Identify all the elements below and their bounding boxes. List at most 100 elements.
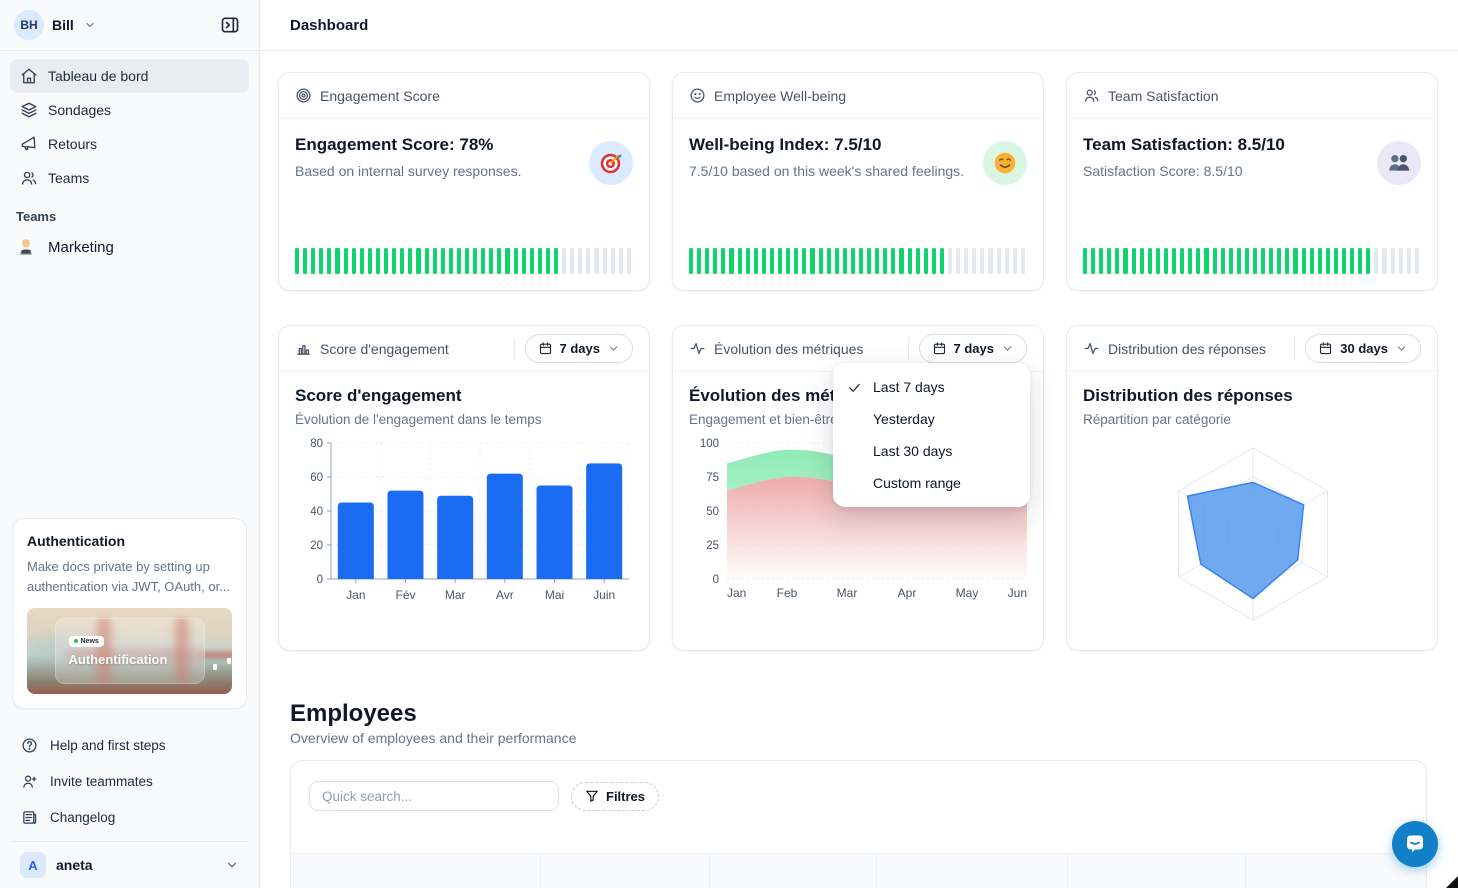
promo-image: News Authentification [27,608,232,694]
divider [1294,338,1295,360]
sidebar-item-tableau-de-bord[interactable]: Tableau de bord [10,59,249,93]
chevron-down-icon [607,342,620,355]
svg-text:Apr: Apr [898,586,917,600]
date-range-dropdown: Last 7 days Yesterday Last 30 days Custo… [833,363,1030,507]
chevron-down-icon [84,19,96,31]
promo-card-authentication[interactable]: Authentication Make docs private by sett… [12,518,247,709]
emoji-users-icon [1377,141,1421,185]
employees-title: Employees [290,700,417,728]
chart-subtitle: Répartition par catégorie [1083,412,1421,427]
stat-cards-row: Engagement Score Engagement Score: 78% B… [278,72,1438,291]
home-icon [20,67,38,85]
svg-text:Jun: Jun [1008,586,1027,600]
stat-card-header: Employee Well-being [673,73,1043,119]
sidebar-team-marketing[interactable]: Marketing [0,228,259,266]
users-icon [1083,87,1100,104]
page-title: Dashboard [290,17,368,34]
chart-card-0: Score d'engagement 7 days Score d'engage… [278,325,650,651]
dropdown-option-last-7-days[interactable]: Last 7 days [833,371,1030,403]
svg-text:25: 25 [706,540,719,552]
sidebar-item-help-and-first-steps[interactable]: Help and first steps [10,727,249,763]
chevron-down-icon [1001,342,1014,355]
sidebar: BH Bill Tableau de bord Sondages Retours… [0,0,260,888]
user-plus-icon [20,773,38,790]
sidebar-footer-nav: Help and first steps Invite teammates Ch… [0,723,259,835]
workspace-switcher[interactable]: A aneta [10,841,249,888]
column-header-participation[interactable]: Participation [877,854,1068,888]
svg-text:Avr: Avr [496,588,514,602]
svg-text:Mai: Mai [545,588,564,602]
divider [908,338,909,360]
svg-text:Mar: Mar [445,588,466,602]
layers-icon [20,101,38,119]
sidebar-section-label: Teams [0,195,259,228]
svg-text:75: 75 [706,472,719,484]
filters-button[interactable]: Filtres [571,782,659,811]
stat-description: Satisfaction Score: 8.5/10 [1083,163,1285,179]
stat-card-header: Team Satisfaction [1067,73,1437,119]
user-name[interactable]: Bill [52,17,74,33]
promo-title: Authentication [27,533,232,549]
bar-chart-icon [295,340,312,357]
users-icon [20,169,38,187]
stat-progress-bar [1083,248,1421,274]
svg-text:Feb: Feb [777,586,798,600]
svg-text:0: 0 [713,574,719,586]
dropdown-option-last-30-days[interactable]: Last 30 days [833,435,1030,467]
stat-progress-bar [295,248,633,274]
promo-image-overlay: News Authentification [55,618,205,684]
sidebar-item-label: Help and first steps [50,738,166,753]
stat-description: Based on internal survey responses. [295,163,521,179]
sidebar-item-retours[interactable]: Retours [10,127,249,161]
chart-subtitle: Évolution de l'engagement dans le temps [295,412,633,427]
svg-text:80: 80 [310,438,323,450]
date-range-button[interactable]: 30 days [1305,334,1421,363]
column-header-performance[interactable]: Performance [1068,854,1246,888]
chart-plot: 020406080JanFévMarAvrMaiJuin [295,435,633,607]
sidebar-collapse-button[interactable] [215,10,245,40]
main-area: Dashboard Engagement Score Engagement Sc… [260,0,1458,888]
chevron-down-icon [1395,342,1408,355]
date-range-button[interactable]: 7 days [525,334,633,363]
sidebar-item-invite-teammates[interactable]: Invite teammates [10,763,249,799]
dropdown-option-custom-range[interactable]: Custom range [833,467,1030,499]
date-range-button[interactable]: 7 days [919,334,1027,363]
calendar-icon [1318,341,1333,356]
content: Engagement Score Engagement Score: 78% B… [260,51,1458,888]
chart-title: Score d'engagement [295,386,633,406]
dropdown-option-yesterday[interactable]: Yesterday [833,403,1030,435]
user-avatar[interactable]: BH [14,10,44,40]
megaphone-icon [20,135,38,153]
smile-icon [689,87,706,104]
svg-text:Jan: Jan [727,586,746,600]
emoji-target-icon [589,141,633,185]
chat-launcher-button[interactable] [1392,821,1438,867]
sidebar-item-label: Invite teammates [50,774,153,789]
stat-title: Team Satisfaction: 8.5/10 [1083,135,1285,155]
sidebar-item-teams[interactable]: Teams [10,161,249,195]
sidebar-item-changelog[interactable]: Changelog [10,799,249,835]
stat-progress-bar [689,248,1027,274]
promo-description: Make docs private by setting up authenti… [27,557,232,596]
divider [514,338,515,360]
employees-table-card: Filtres UserTeamPositionParticipationPer… [290,760,1427,888]
svg-text:100: 100 [700,438,719,450]
svg-text:May: May [956,586,979,600]
column-header-team[interactable]: Team [541,854,710,888]
column-header-user[interactable]: User [291,854,541,888]
column-header-position[interactable]: Position [710,854,877,888]
stat-title: Well-being Index: 7.5/10 [689,135,964,155]
sidebar-item-label: Sondages [48,102,111,118]
stat-description: 7.5/10 based on this week's shared feeli… [689,163,964,179]
search-input[interactable] [309,781,559,811]
calendar-icon [932,341,947,356]
chart-title: Distribution des réponses [1083,386,1421,406]
employees-subtitle: Overview of employees and their performa… [290,730,576,746]
svg-text:Fév: Fév [395,588,415,602]
emoji-smile-icon [983,141,1027,185]
svg-text:60: 60 [310,472,323,484]
workspace-name: aneta [56,857,93,873]
table-header-row: UserTeamPositionParticipationPerformance… [291,853,1426,888]
sidebar-item-sondages[interactable]: Sondages [10,93,249,127]
sidebar-item-label: Retours [48,136,97,152]
